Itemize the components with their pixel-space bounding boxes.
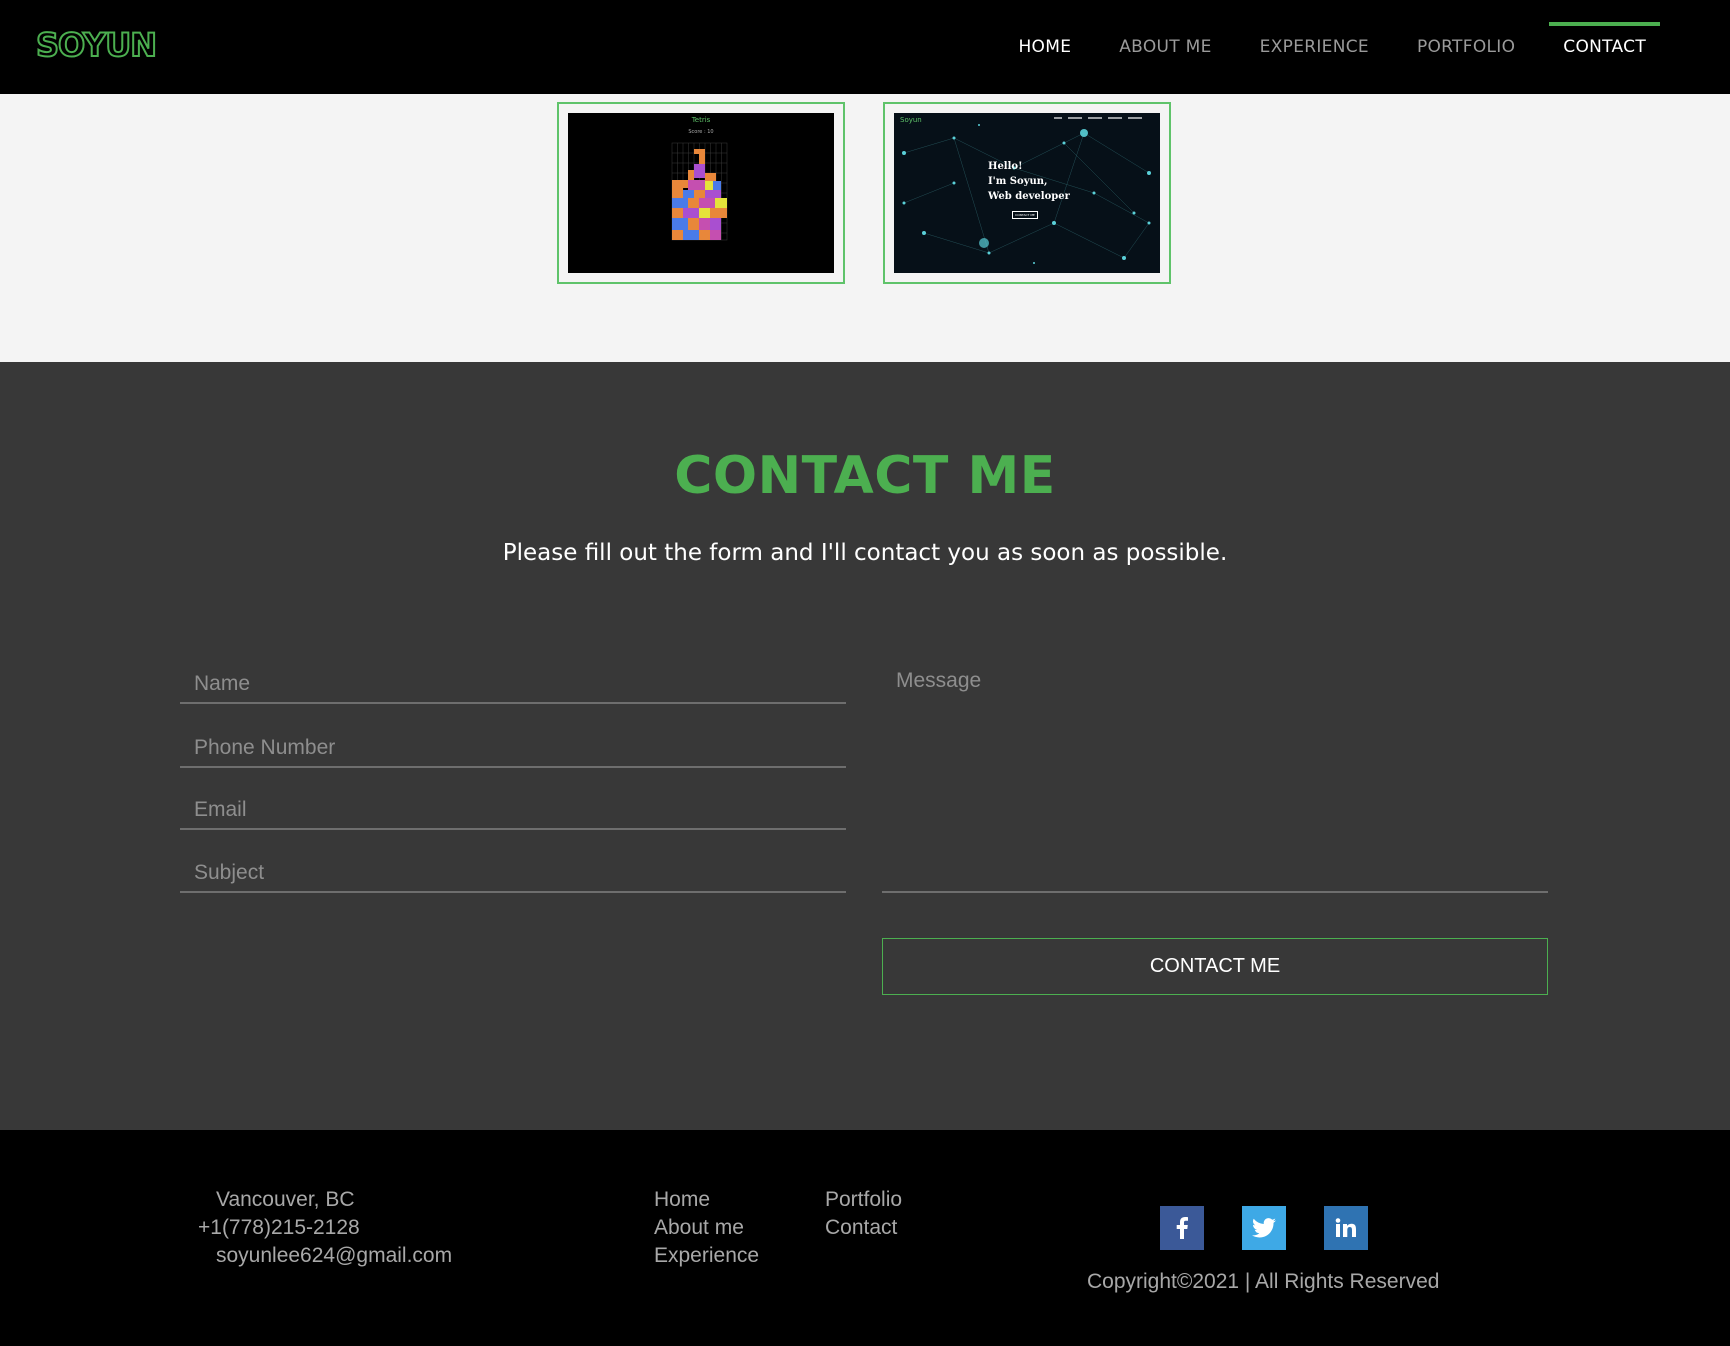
footer-link-contact[interactable]: Contact xyxy=(825,1216,897,1240)
nav-item-about-me[interactable]: ABOUT ME xyxy=(1095,0,1235,94)
footer-phone: +1(778)215-2128 xyxy=(198,1216,360,1239)
contact-subtitle: Please fill out the form and I'll contac… xyxy=(502,540,1228,566)
mini-site-logo: Soyun xyxy=(900,116,922,124)
footer: Vancouver, BC +1(778)215-2128 soyunlee62… xyxy=(0,1130,1730,1346)
nav-item-experience[interactable]: EXPERIENCE xyxy=(1236,0,1393,94)
hero-line-3: Web developer xyxy=(988,191,1070,202)
logo[interactable]: SOYUN xyxy=(35,25,158,65)
hero-line-2: I'm Soyun, xyxy=(988,176,1048,187)
contact-submit-button[interactable]: CONTACT ME xyxy=(882,938,1548,995)
portfolio-card-tetris[interactable]: Tetris Score : 10 xyxy=(557,102,845,284)
tetris-board-image xyxy=(671,142,728,241)
hero-line-1: Hello! xyxy=(988,161,1023,172)
footer-location: Vancouver, BC xyxy=(216,1188,355,1211)
contact-section: CONTACT ME Please fill out the form and … xyxy=(0,362,1730,1130)
portfolio-card-personal-site[interactable]: Soyun Hello! I'm Soyun, Web developer CO… xyxy=(883,102,1171,284)
mini-site-contact-button: CONTACT ME xyxy=(1012,211,1038,219)
footer-email: soyunlee624@gmail.com xyxy=(216,1244,453,1267)
nav-item-home[interactable]: HOME xyxy=(994,0,1095,94)
contact-title: CONTACT ME xyxy=(674,446,1056,506)
phone-field[interactable] xyxy=(180,712,846,768)
nav-item-portfolio[interactable]: PORTFOLIO xyxy=(1393,0,1539,94)
message-field[interactable] xyxy=(882,648,1548,893)
linkedin-icon[interactable] xyxy=(1324,1206,1368,1250)
top-navbar: SOYUN HOME ABOUT ME EXPERIENCE PORTFOLIO… xyxy=(0,0,1730,94)
footer-link-experience[interactable]: Experience xyxy=(654,1244,759,1268)
network-particles-screenshot: Soyun Hello! I'm Soyun, Web developer CO… xyxy=(894,113,1160,273)
nav-menu: HOME ABOUT ME EXPERIENCE PORTFOLIO CONTA… xyxy=(994,0,1670,94)
portfolio-section: Tetris Score : 10 Soyun Hello! I'm Soyun… xyxy=(0,94,1730,362)
footer-link-portfolio[interactable]: Portfolio xyxy=(825,1188,902,1212)
twitter-icon[interactable] xyxy=(1242,1206,1286,1250)
footer-link-home[interactable]: Home xyxy=(654,1188,710,1212)
subject-field[interactable] xyxy=(180,837,846,893)
email-field[interactable] xyxy=(180,774,846,830)
name-field[interactable] xyxy=(180,648,846,704)
mini-site-hero: Hello! I'm Soyun, Web developer xyxy=(988,159,1070,204)
copyright-text: Copyright©2021 | All Rights Reserved xyxy=(1087,1270,1440,1293)
facebook-icon[interactable] xyxy=(1160,1206,1204,1250)
footer-link-about-me[interactable]: About me xyxy=(654,1216,744,1240)
tetris-screenshot: Tetris Score : 10 xyxy=(568,113,834,273)
nav-item-contact[interactable]: CONTACT xyxy=(1539,0,1670,94)
